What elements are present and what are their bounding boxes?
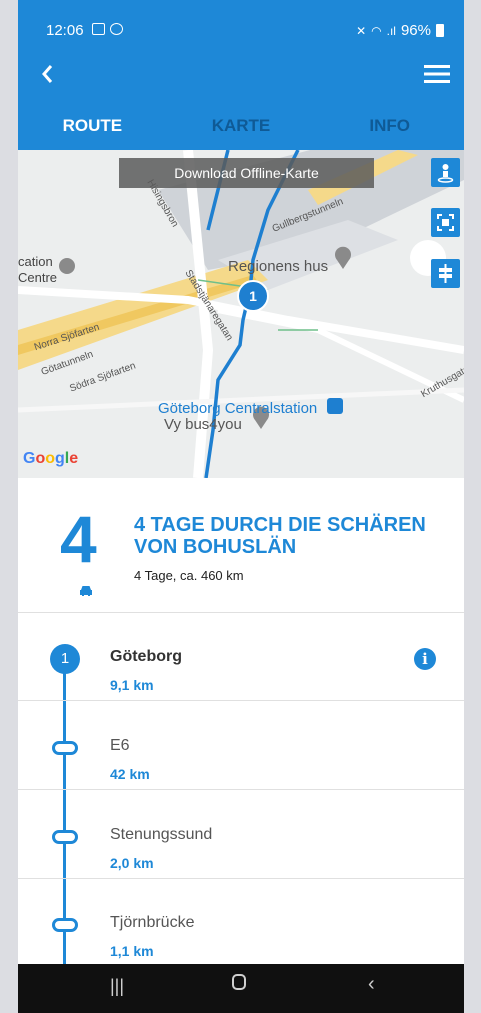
app-bar — [18, 50, 464, 102]
stop-distance: 42 km — [110, 766, 150, 782]
battery-percent: 96% — [400, 22, 431, 39]
info-icon[interactable]: i — [414, 648, 436, 670]
stop-number-badge: 1 — [50, 644, 80, 674]
tab-route[interactable]: ROUTE — [18, 102, 167, 150]
status-bar: 12:06 ✕ ◠ .ıl 96% — [18, 0, 464, 50]
stop-name: E6 — [110, 737, 130, 754]
trip-subtitle: 4 Tage, ca. 460 km — [134, 568, 244, 583]
system-nav-bar: ||| ‹ — [18, 964, 464, 1013]
map-label-centralstation: Göteborg Centralstation — [158, 400, 318, 417]
stop-name: Tjörnbrücke — [110, 914, 195, 931]
signal-icon: .ıl — [386, 23, 396, 38]
mute-icon: ✕ — [356, 23, 367, 38]
map-label-station-b: Centre — [18, 270, 58, 285]
stop-distance: 2,0 km — [110, 855, 154, 871]
map-label-vybus: Vy bus4you — [164, 416, 242, 433]
status-time: 12:06 — [46, 22, 84, 39]
trip-title: 4 TAGE DURCH DIE SCHÄREN VON BOHUSLÄN — [134, 514, 426, 558]
person-location-button[interactable] — [431, 158, 460, 187]
route-stop[interactable]: Stenungssund 2,0 km — [18, 790, 464, 879]
fullscreen-icon — [437, 214, 454, 231]
route-stop-list: 1 Göteborg 9,1 km i E6 42 km Stenungssun… — [18, 612, 464, 970]
battery-icon — [436, 24, 444, 37]
route-marker-1[interactable]: 1 — [237, 280, 269, 312]
trip-header: 4 4 TAGE DURCH DIE SCHÄREN VON BOHUSLÄN … — [18, 478, 464, 613]
whatsapp-notification-icon — [110, 23, 123, 35]
home-icon[interactable] — [232, 974, 246, 990]
stop-name: Stenungssund — [110, 826, 213, 843]
route-stop[interactable]: Tjörnbrücke 1,1 km — [18, 878, 464, 966]
map-label-station-a: cation — [18, 254, 53, 269]
tab-info[interactable]: INFO — [315, 102, 464, 150]
signpost-icon — [439, 264, 452, 283]
trip-number: 4 — [60, 502, 97, 576]
stop-distance: 1,1 km — [110, 943, 154, 959]
app-screen: 12:06 ✕ ◠ .ıl 96% ROUTE KARTE INFO catio… — [18, 0, 464, 1013]
gallery-notification-icon — [92, 23, 105, 35]
hamburger-menu-icon[interactable] — [424, 64, 450, 84]
tab-karte[interactable]: KARTE — [167, 102, 316, 150]
route-stop[interactable]: E6 42 km — [18, 701, 464, 790]
waypoint-marker — [52, 918, 78, 932]
person-pin-icon — [437, 164, 454, 183]
back-nav-icon[interactable]: ‹ — [368, 973, 375, 996]
stop-name: Göteborg — [110, 648, 182, 665]
tab-bar: ROUTE KARTE INFO — [18, 102, 464, 150]
fit-bounds-button[interactable] — [431, 208, 460, 237]
waypoint-marker — [52, 830, 78, 844]
waypoint-marker — [52, 741, 78, 755]
recents-icon[interactable]: ||| — [110, 976, 124, 997]
route-map[interactable]: cation Centre Regionens hus Norra Sjöfar… — [18, 150, 464, 478]
signpost-button[interactable] — [431, 259, 460, 288]
stop-distance: 9,1 km — [110, 677, 154, 693]
status-right: ✕ ◠ .ıl 96% — [356, 22, 444, 39]
wifi-icon: ◠ — [371, 23, 382, 38]
map-label-regionens: Regionens hus — [228, 258, 329, 275]
route-stop[interactable]: 1 Göteborg 9,1 km i — [18, 612, 464, 701]
back-icon[interactable] — [36, 62, 60, 86]
google-logo: Google — [23, 450, 79, 467]
car-icon — [80, 586, 92, 596]
download-offline-map-button[interactable]: Download Offline-Karte — [119, 158, 374, 188]
